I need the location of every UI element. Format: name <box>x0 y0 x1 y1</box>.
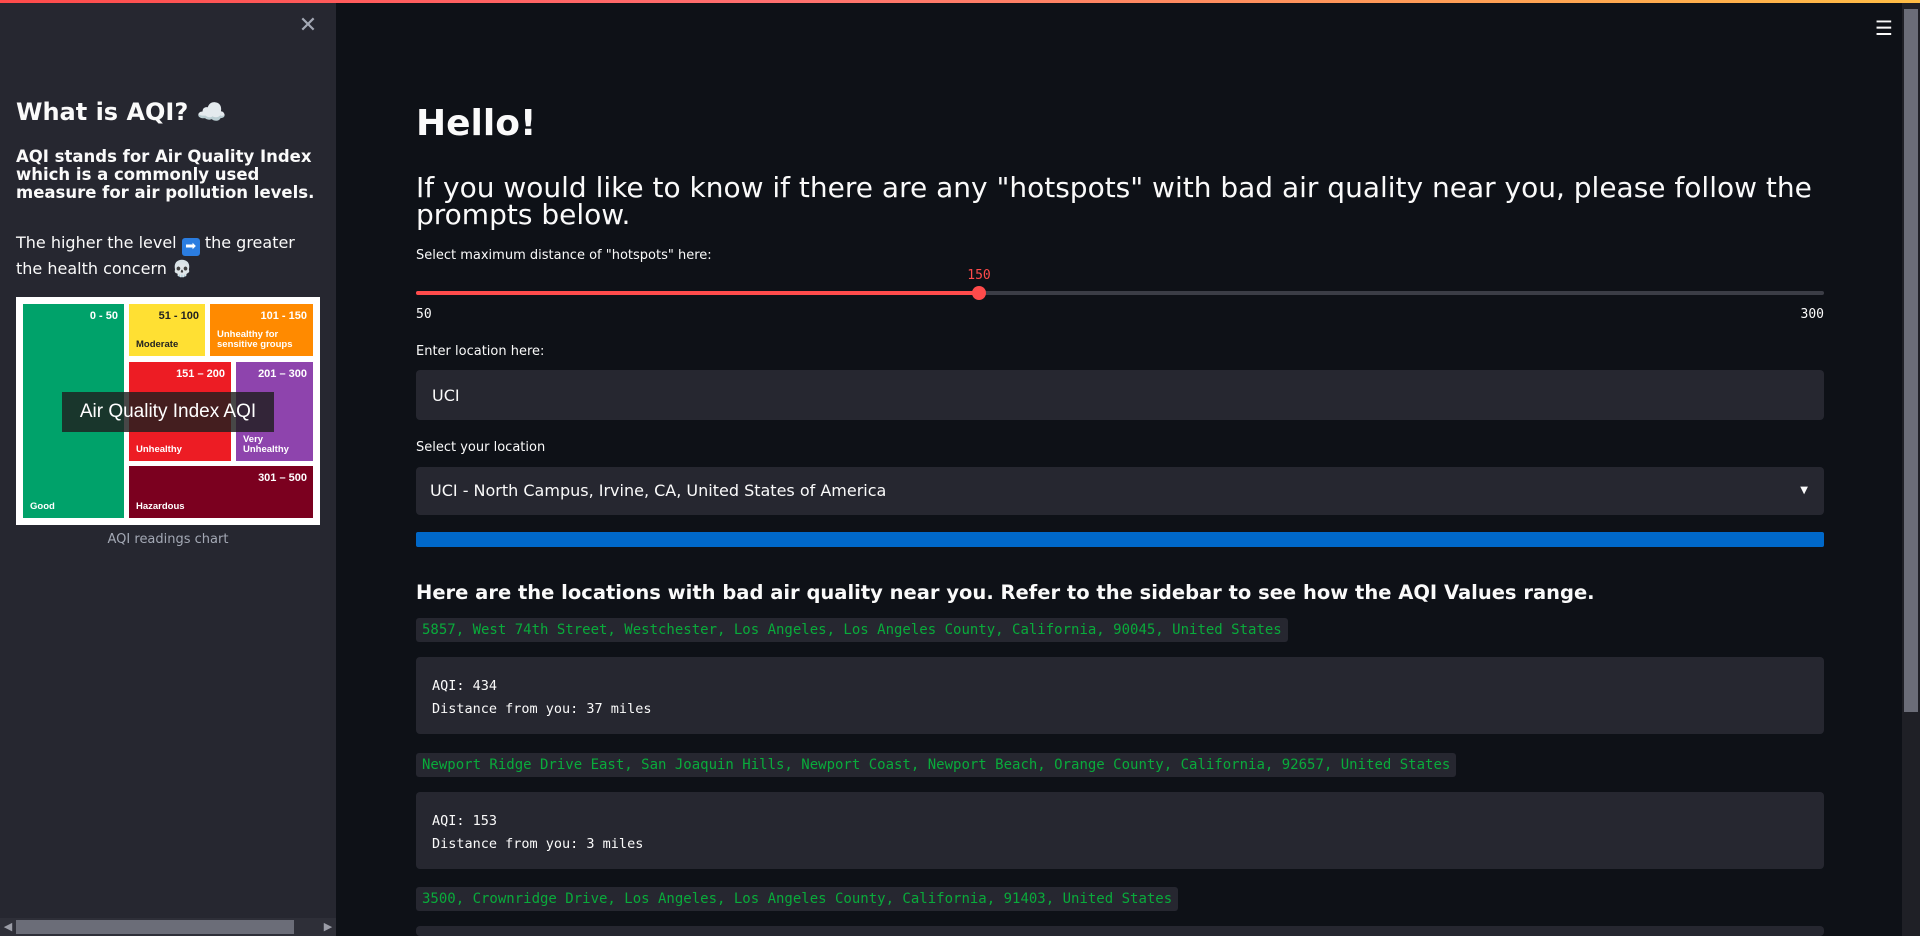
aqi-label: Very Unhealthy <box>243 434 289 455</box>
result-aqi: AQI: 434 <box>432 678 498 694</box>
result-details: AQI: 153 Distance from you: 3 miles <box>416 792 1824 869</box>
slider-max: 300 <box>1800 307 1824 322</box>
right-arrow-icon: ➡ <box>181 238 200 256</box>
result-distance: Distance from you: 37 miles <box>432 701 652 717</box>
aqi-label: Moderate <box>136 339 179 350</box>
main-content: Hello! If you would like to know if ther… <box>416 0 1824 936</box>
aqi-range: 201 – 300 <box>258 368 307 380</box>
aqi-cell-hazardous: 301 – 500 Hazardous <box>129 466 313 518</box>
scroll-right-icon[interactable]: ▶ <box>320 918 336 936</box>
aqi-range: 0 - 50 <box>89 310 118 322</box>
chart-caption: AQI readings chart <box>107 532 229 547</box>
slider-fill <box>416 291 979 295</box>
location-select-label: Select your location <box>416 440 546 455</box>
aqi-range: 301 – 500 <box>258 472 307 484</box>
progress-bar <box>416 532 1824 547</box>
scrollbar-thumb[interactable] <box>1904 9 1918 712</box>
results-heading: Here are the locations with bad air qual… <box>416 581 1595 604</box>
result-address: Newport Ridge Drive East, San Joaquin Hi… <box>416 753 1457 777</box>
aqi-range: 51 - 100 <box>158 310 199 322</box>
close-icon[interactable]: ✕ <box>296 14 320 38</box>
page-title: Hello! <box>416 103 537 144</box>
chart-overlay-title: Air Quality Index AQI <box>62 392 274 432</box>
result-aqi: AQI: 153 <box>432 813 498 829</box>
main-vertical-scrollbar[interactable] <box>1902 3 1920 936</box>
location-select-value: UCI - North Campus, Irvine, CA, United S… <box>430 481 887 500</box>
sidebar-health-note: The higher the level ➡ the greater the h… <box>16 230 316 282</box>
location-input-label: Enter location here: <box>416 344 545 359</box>
scroll-left-icon[interactable]: ◀ <box>0 918 16 936</box>
result-address: 5857, West 74th Street, Westchester, Los… <box>416 618 1288 642</box>
chevron-down-icon[interactable]: ▼ <box>1800 467 1808 515</box>
result-distance: Distance from you: 3 miles <box>432 836 644 852</box>
aqi-range: 151 – 200 <box>176 368 225 380</box>
aqi-cell-sensitive: 101 - 150 Unhealthy for sensitive groups <box>210 304 313 356</box>
hamburger-menu-icon[interactable]: ☰ <box>1872 16 1896 40</box>
scrollbar-thumb[interactable] <box>16 920 294 934</box>
slider-label: Select maximum distance of "hotspots" he… <box>416 248 712 263</box>
aqi-cell-moderate: 51 - 100 Moderate <box>129 304 205 356</box>
aqi-label: Unhealthy <box>136 444 182 455</box>
sidebar-horizontal-scrollbar[interactable]: ◀ ▶ <box>0 918 336 936</box>
location-select[interactable]: UCI - North Campus, Irvine, CA, United S… <box>416 467 1824 515</box>
intro-text: If you would like to know if there are a… <box>416 171 1812 231</box>
aqi-label: Hazardous <box>136 501 185 512</box>
aqi-readings-chart: 0 - 50 Good 51 - 100 Moderate 101 - 150 … <box>16 297 320 525</box>
slider-value: 150 <box>967 268 991 283</box>
sidebar-title: What is AQI? ☁️ <box>16 98 227 126</box>
top-decoration-bar <box>0 0 1920 3</box>
aqi-range: 101 - 150 <box>260 310 307 322</box>
aqi-label: Good <box>30 501 55 512</box>
result-address: 3500, Crownridge Drive, Los Angeles, Los… <box>416 887 1179 911</box>
distance-slider[interactable]: 150 50 300 <box>416 268 1824 328</box>
sidebar: ✕ What is AQI? ☁️ AQI stands for Air Qua… <box>0 0 336 936</box>
slider-min: 50 <box>416 307 432 322</box>
location-input[interactable] <box>416 370 1824 420</box>
slider-handle[interactable] <box>972 286 986 300</box>
result-details <box>416 926 1824 936</box>
sidebar-aqi-definition: AQI stands for Air Quality Index which i… <box>16 147 315 202</box>
aqi-label: Unhealthy for sensitive groups <box>217 329 293 350</box>
health-note-start: The higher the level <box>16 233 177 252</box>
result-details: AQI: 434 Distance from you: 37 miles <box>416 657 1824 734</box>
